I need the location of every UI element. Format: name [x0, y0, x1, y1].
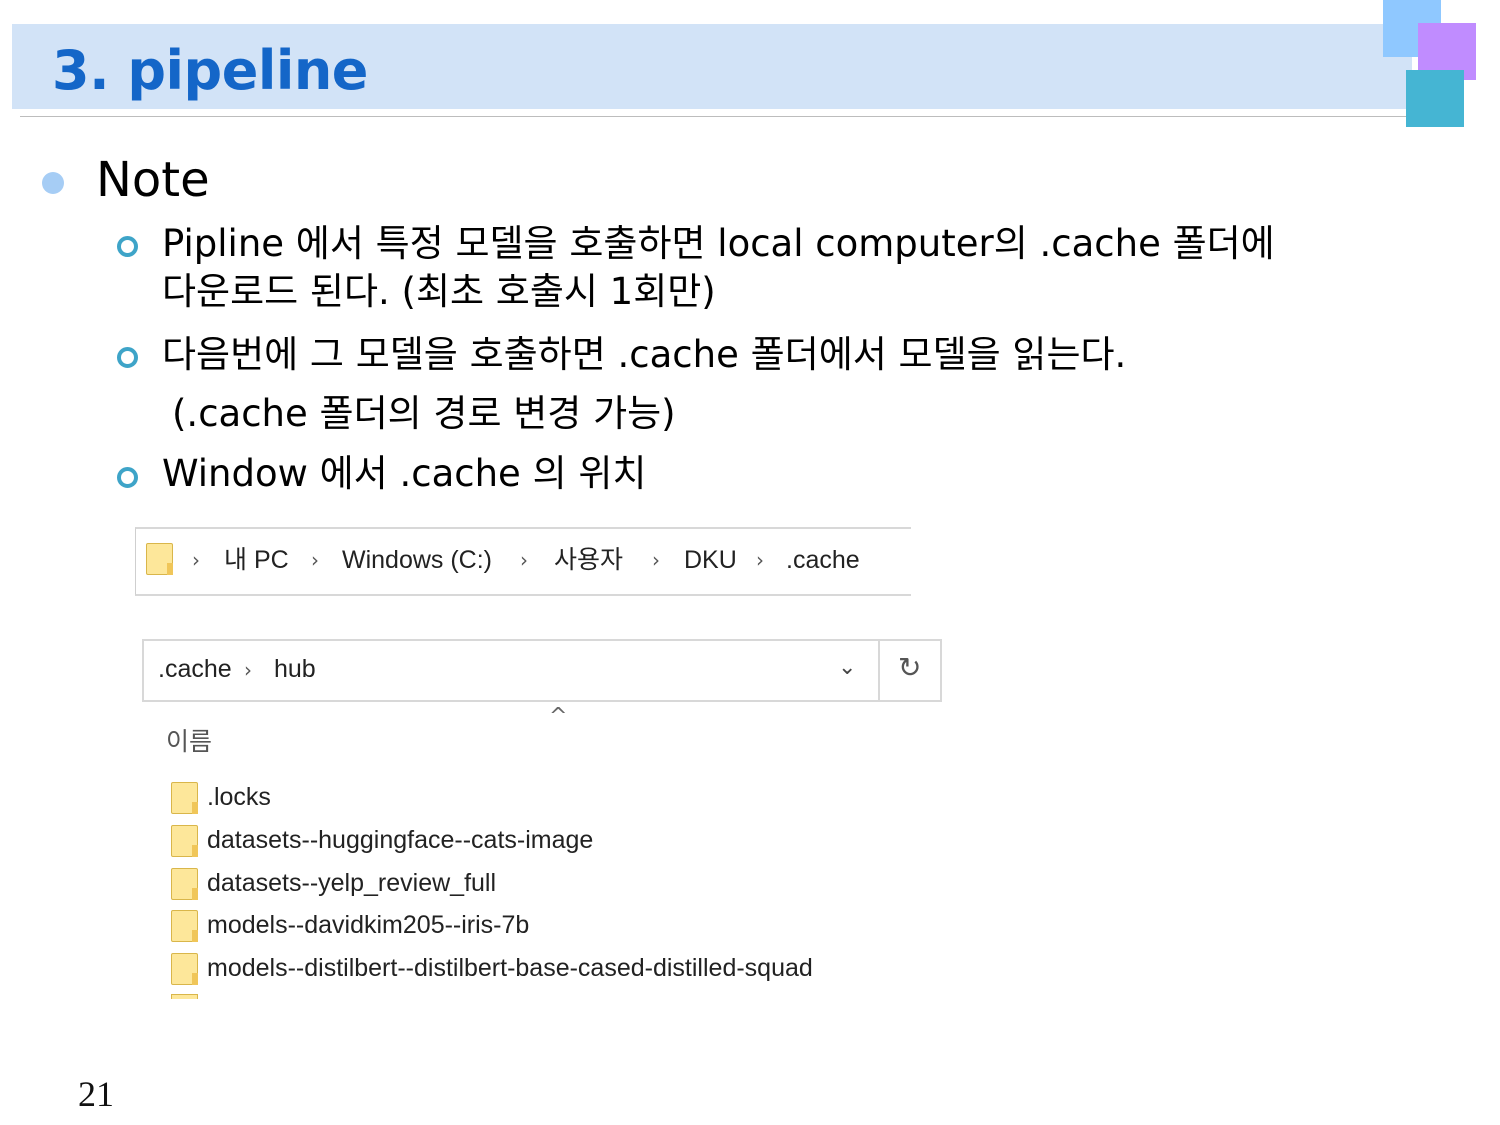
address-divider	[878, 641, 880, 700]
bullet-text-3: Window 에서 .cache 의 위치	[162, 452, 647, 495]
chevron-right-icon: ›	[311, 548, 319, 572]
chevron-right-icon: ›	[520, 548, 528, 572]
chevron-right-icon: ›	[652, 548, 660, 572]
folder-icon	[171, 868, 198, 900]
bullet-text-2a: 다음번에 그 모델을 호출하면 .cache 폴더에서 모델을 읽는다.	[162, 333, 1127, 376]
slide-title: 3. pipeline	[52, 39, 368, 102]
address-bar[interactable]: .cache › hub ⌄ ↻	[142, 639, 942, 702]
folder-icon-partial	[171, 994, 198, 999]
bullet-text-1b: 다운로드 된다. (최초 호출시 1회만)	[162, 270, 716, 313]
chevron-right-icon: ›	[192, 548, 200, 572]
folder-icon	[146, 543, 173, 575]
sort-caret-icon[interactable]: ^	[549, 704, 567, 729]
decor-square-teal	[1406, 70, 1464, 127]
address-item[interactable]: hub	[274, 653, 316, 685]
address-item[interactable]: .cache	[158, 653, 232, 685]
column-header-name[interactable]: 이름	[166, 722, 212, 758]
breadcrumb-item[interactable]: 사용자	[554, 545, 623, 575]
bullet-text-2b: (.cache 폴더의 경로 변경 가능)	[172, 392, 676, 435]
file-item[interactable]: .locks	[207, 782, 271, 812]
bullet-text-1a: Pipline 에서 특정 모델을 호출하면 local computer의 .…	[162, 222, 1275, 265]
file-item[interactable]: datasets--huggingface--cats-image	[207, 825, 593, 855]
file-item[interactable]: models--distilbert--distilbert-base-case…	[207, 953, 813, 983]
folder-icon	[171, 782, 198, 814]
chevron-right-icon: ›	[756, 548, 764, 572]
bullet-dot	[42, 172, 64, 194]
title-divider	[20, 116, 1410, 117]
file-item[interactable]: models--davidkim205--iris-7b	[207, 910, 529, 940]
sub-bullet-icon	[117, 236, 138, 257]
folder-icon	[171, 953, 198, 985]
folder-icon	[171, 910, 198, 942]
breadcrumb-item[interactable]: Windows (C:)	[342, 545, 492, 575]
breadcrumb-bar: › 내 PC › Windows (C:) › 사용자 › DKU › .cac…	[135, 527, 911, 596]
note-heading: Note	[96, 152, 210, 208]
file-item[interactable]: datasets--yelp_review_full	[207, 868, 496, 898]
breadcrumb-item[interactable]: DKU	[684, 545, 737, 575]
breadcrumb-item[interactable]: 내 PC	[224, 545, 289, 575]
sub-bullet-icon	[117, 347, 138, 368]
chevron-right-icon: ›	[244, 658, 252, 682]
folder-icon	[171, 825, 198, 857]
sub-bullet-icon	[117, 467, 138, 488]
chevron-down-icon[interactable]: ⌄	[838, 655, 856, 680]
refresh-icon[interactable]: ↻	[898, 651, 921, 684]
breadcrumb-item[interactable]: .cache	[786, 545, 860, 575]
page-number: 21	[78, 1074, 114, 1114]
